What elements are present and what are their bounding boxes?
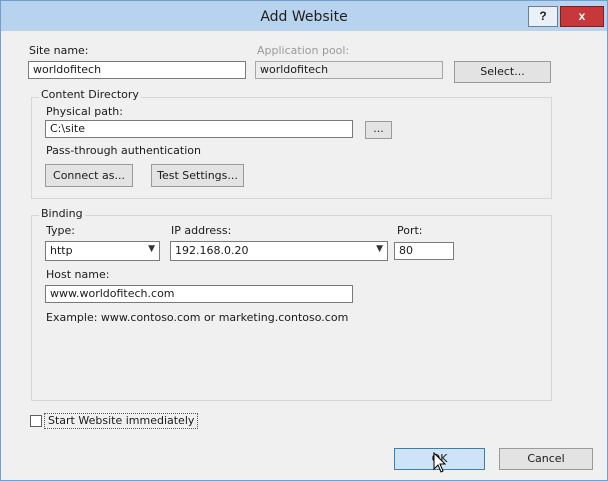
connect-as-button[interactable]: Connect as... bbox=[45, 164, 133, 187]
type-select-value: http bbox=[50, 244, 73, 257]
chevron-down-icon: ▼ bbox=[376, 244, 383, 254]
site-name-label: Site name: bbox=[29, 44, 89, 57]
chevron-down-icon: ▼ bbox=[148, 244, 155, 254]
host-name-input[interactable]: www.worldofitech.com bbox=[45, 285, 353, 303]
ip-address-label: IP address: bbox=[171, 224, 232, 237]
binding-label: Binding bbox=[39, 207, 85, 220]
cancel-button[interactable]: Cancel bbox=[499, 448, 593, 470]
port-input[interactable]: 80 bbox=[394, 242, 454, 260]
browse-path-button[interactable]: ... bbox=[365, 121, 392, 139]
mouse-cursor-icon bbox=[433, 452, 447, 473]
ip-address-value: 192.168.0.20 bbox=[175, 244, 249, 257]
site-name-input[interactable]: worldofitech bbox=[28, 61, 246, 79]
content-directory-label: Content Directory bbox=[39, 88, 141, 101]
title-bar[interactable]: Add Website ? x bbox=[1, 1, 607, 31]
type-label: Type: bbox=[46, 224, 75, 237]
start-immediately-label[interactable]: Start Website immediately bbox=[44, 413, 199, 429]
close-button[interactable]: x bbox=[560, 6, 604, 27]
physical-path-label: Physical path: bbox=[46, 105, 123, 118]
window-title: Add Website bbox=[260, 9, 348, 25]
help-button[interactable]: ? bbox=[528, 6, 558, 27]
select-app-pool-button[interactable]: Select... bbox=[454, 61, 551, 83]
test-settings-button[interactable]: Test Settings... bbox=[151, 164, 244, 187]
type-select[interactable]: http ▼ bbox=[45, 241, 160, 261]
physical-path-input[interactable]: C:\site bbox=[45, 120, 353, 138]
host-name-example: Example: www.contoso.com or marketing.co… bbox=[46, 311, 349, 324]
add-website-dialog: Add Website ? x Site name: worldofitech … bbox=[0, 0, 608, 481]
start-immediately-checkbox[interactable] bbox=[30, 415, 42, 427]
app-pool-label: Application pool: bbox=[257, 44, 350, 57]
pass-through-auth-label: Pass-through authentication bbox=[46, 144, 201, 157]
host-name-label: Host name: bbox=[46, 268, 110, 281]
app-pool-field: worldofitech bbox=[255, 61, 443, 79]
ip-address-select[interactable]: 192.168.0.20 ▼ bbox=[170, 241, 388, 261]
port-label: Port: bbox=[397, 224, 423, 237]
